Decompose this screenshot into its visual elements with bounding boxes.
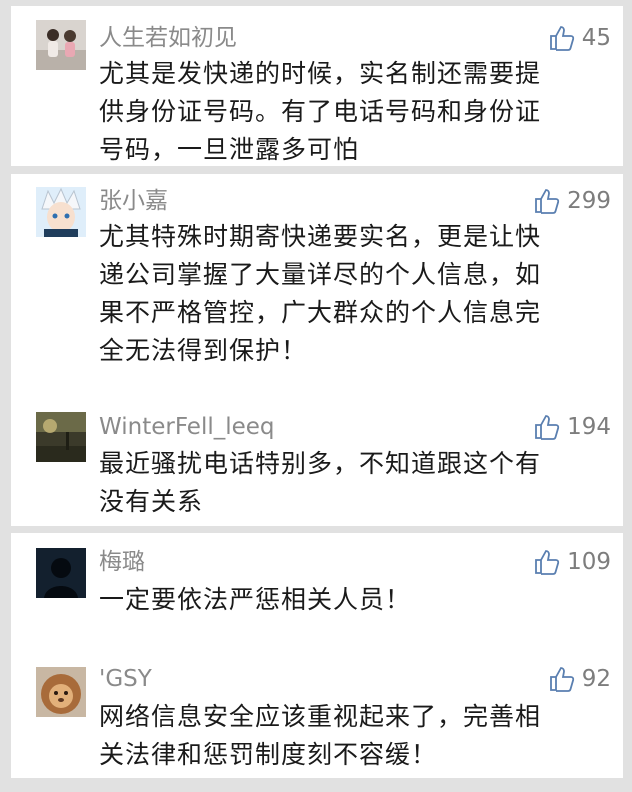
comment-line: 尤其是发快递的时候，实名制还需要提 xyxy=(99,59,542,88)
comment-line: 关法律和惩罚制度刻不容缓！ xyxy=(99,740,438,769)
username[interactable]: 张小嘉 xyxy=(99,186,168,216)
comment-item: 人生若如初见 45 尤其是发快递的时候，实名制还需要提 供身份证号码。有了电话号… xyxy=(11,6,623,164)
thumbs-up-icon xyxy=(535,415,560,440)
username[interactable]: WinterFell_leeq xyxy=(99,412,275,442)
like-count: 109 xyxy=(567,549,611,575)
comment-line: 一定要依法严惩相关人员！ xyxy=(99,585,412,614)
like-count: 194 xyxy=(567,414,611,440)
user-avatar[interactable] xyxy=(36,667,86,717)
comment-line: 没有关系 xyxy=(99,487,204,516)
user-avatar[interactable] xyxy=(36,20,86,70)
comment-line: 递公司掌握了大量详尽的个人信息，如 xyxy=(99,260,542,289)
comment-line: 最近骚扰电话特别多，不知道跟这个有 xyxy=(99,449,542,478)
thumbs-up-icon xyxy=(549,667,574,692)
thumbs-up-icon xyxy=(549,26,574,51)
comment-line: 号码，一旦泄露多可怕 xyxy=(99,135,360,164)
comment-card: 梅璐 109 一定要依法严惩相关人员！ 'GSY 92 网络信息安全应该重视起来… xyxy=(11,533,623,778)
like-button[interactable]: 45 xyxy=(548,23,611,53)
like-count: 45 xyxy=(581,25,611,51)
comment-line: 供身份证号码。有了电话号码和身份证 xyxy=(99,97,542,126)
username[interactable]: 梅璐 xyxy=(99,547,145,577)
comment-text: 一定要依法严惩相关人员！ xyxy=(99,581,599,619)
username[interactable]: 人生若如初见 xyxy=(99,23,237,53)
comment-line: 网络信息安全应该重视起来了，完善相 xyxy=(99,702,542,731)
user-avatar[interactable] xyxy=(36,548,86,598)
like-count: 299 xyxy=(567,188,611,214)
comment-line: 果不严格管控，广大群众的个人信息完 xyxy=(99,298,542,327)
comment-text: 尤其是发快递的时候，实名制还需要提 供身份证号码。有了电话号码和身份证 号码，一… xyxy=(99,55,599,169)
username[interactable]: 'GSY xyxy=(99,664,152,694)
comment-text: 尤其特殊时期寄快递要实名，更是让快 递公司掌握了大量详尽的个人信息，如 果不严格… xyxy=(99,218,599,370)
like-button[interactable]: 194 xyxy=(533,412,611,442)
like-count: 92 xyxy=(581,666,611,692)
user-avatar[interactable] xyxy=(36,412,86,462)
comment-item: 'GSY 92 网络信息安全应该重视起来了，完善相 关法律和惩罚制度刻不容缓！ xyxy=(11,664,623,769)
comment-line: 全无法得到保护！ xyxy=(99,336,308,365)
comment-text: 最近骚扰电话特别多，不知道跟这个有 没有关系 xyxy=(99,445,599,521)
comment-line: 尤其特殊时期寄快递要实名，更是让快 xyxy=(99,222,542,251)
comment-item: WinterFell_leeq 194 最近骚扰电话特别多，不知道跟这个有 没有… xyxy=(11,401,623,516)
thumbs-up-icon xyxy=(535,550,560,575)
comment-card: 张小嘉 299 尤其特殊时期寄快递要实名，更是让快 递公司掌握了大量详尽的个人信… xyxy=(11,174,623,526)
comment-item: 梅璐 109 一定要依法严惩相关人员！ xyxy=(11,533,623,614)
comment-card: 人生若如初见 45 尤其是发快递的时候，实名制还需要提 供身份证号码。有了电话号… xyxy=(11,6,623,166)
thumbs-up-icon xyxy=(535,189,560,214)
like-button[interactable]: 299 xyxy=(533,186,611,216)
comment-item: 张小嘉 299 尤其特殊时期寄快递要实名，更是让快 递公司掌握了大量详尽的个人信… xyxy=(11,174,623,365)
user-avatar[interactable] xyxy=(36,187,86,237)
like-button[interactable]: 92 xyxy=(548,664,611,694)
like-button[interactable]: 109 xyxy=(533,547,611,577)
comment-text: 网络信息安全应该重视起来了，完善相 关法律和惩罚制度刻不容缓！ xyxy=(99,698,599,774)
